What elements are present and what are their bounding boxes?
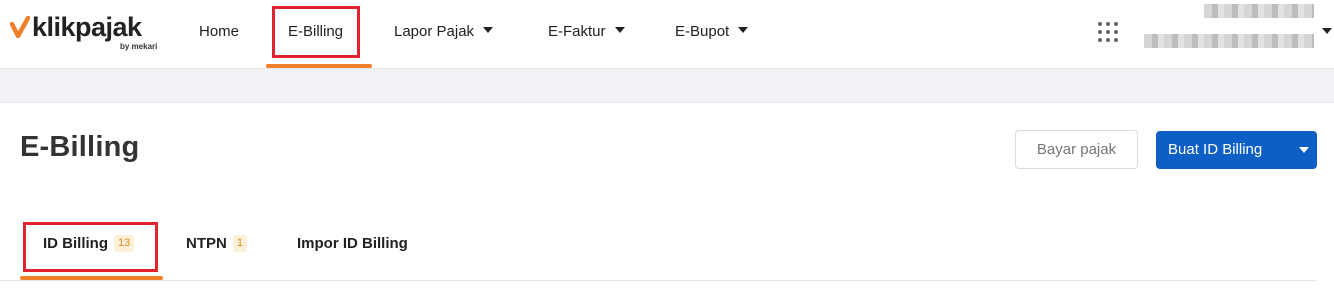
count-badge: 1: [232, 234, 247, 252]
nav-e-bupot[interactable]: E-Bupot: [675, 0, 749, 68]
tab-impor-id-billing-label: Impor ID Billing: [297, 235, 408, 252]
create-billing-id-button[interactable]: Buat ID Billing: [1156, 131, 1317, 169]
page-title: E-Billing: [20, 131, 140, 163]
nav-e-faktur-label: E-Faktur: [548, 23, 606, 40]
user-profile-menu[interactable]: [1140, 4, 1330, 62]
highlight-box-nav: [272, 6, 360, 58]
nav-e-faktur[interactable]: E-Faktur: [548, 0, 625, 68]
billing-tabs: ID Billing 13 NTPN 1 Impor ID Billing: [0, 222, 1317, 281]
grid-dots-icon[interactable]: [1098, 22, 1118, 42]
blurred-company-name: [1144, 34, 1314, 48]
nav-e-bupot-label: E-Bupot: [675, 23, 730, 40]
nav-home[interactable]: Home: [199, 0, 239, 68]
chevron-down-icon: [1299, 147, 1309, 153]
pay-tax-button[interactable]: Bayar pajak: [1015, 130, 1138, 169]
active-tab-indicator: [20, 276, 163, 280]
chevron-down-icon: [483, 27, 494, 34]
tab-ntpn[interactable]: NTPN 1: [186, 222, 247, 266]
logo-wordmark: klikpajak: [32, 12, 142, 42]
chevron-down-icon: [614, 27, 625, 34]
checkmark-logo-icon: [10, 16, 30, 39]
nav-lapor-pajak-label: Lapor Pajak: [394, 23, 475, 40]
logo-tagline: by mekari: [120, 42, 158, 51]
tab-ntpn-label: NTPN: [186, 235, 227, 252]
chevron-down-icon: [738, 27, 749, 34]
blurred-user-name: [1204, 4, 1314, 18]
create-billing-dropdown-toggle[interactable]: [1289, 131, 1317, 169]
klikpajak-logo[interactable]: klikpajak by mekari: [10, 12, 160, 54]
nav-lapor-pajak[interactable]: Lapor Pajak: [394, 0, 494, 68]
active-nav-indicator: [266, 64, 372, 68]
highlight-box-tab: [23, 222, 158, 272]
subheader-band: [0, 69, 1334, 103]
nav-home-label: Home: [199, 23, 240, 40]
chevron-down-icon[interactable]: [1322, 28, 1332, 34]
create-billing-id-label: Buat ID Billing: [1168, 141, 1263, 158]
top-navbar: klikpajak by mekari Home E-Billing Lapor…: [0, 0, 1334, 69]
tab-impor-id-billing[interactable]: Impor ID Billing: [297, 222, 408, 266]
